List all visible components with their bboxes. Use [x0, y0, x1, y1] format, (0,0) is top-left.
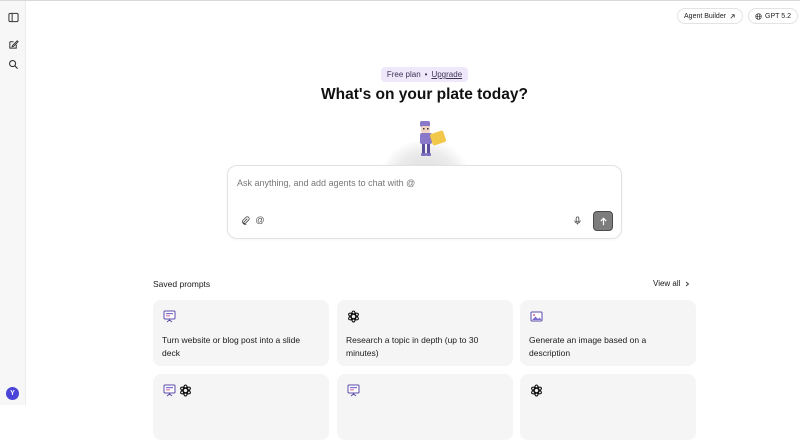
saved-prompt-card[interactable]: Generate an image based on a description [520, 300, 696, 366]
mascot-illustration [420, 121, 446, 156]
window-top-border [0, 0, 800, 1]
card-icons [346, 309, 361, 324]
mention-button[interactable]: @ [254, 214, 266, 226]
header-actions: Agent Builder GPT 5.2 [677, 8, 798, 24]
microphone-icon [573, 215, 581, 225]
chat-input[interactable] [237, 175, 607, 191]
plan-text: Free plan [386, 70, 421, 79]
globe-icon [755, 12, 762, 20]
at-icon: @ [255, 215, 265, 225]
saved-prompt-card[interactable] [337, 374, 513, 440]
agent-builder-label: Agent Builder [684, 12, 727, 20]
saved-prompts-heading: Saved prompts [153, 279, 211, 289]
arrow-up-icon [599, 217, 607, 225]
presentation-icon [163, 384, 176, 397]
chevron-right-icon [686, 281, 690, 286]
plan-badge: Free plan • Upgrade [381, 67, 468, 82]
agent-builder-button[interactable]: Agent Builder [677, 8, 744, 24]
new-chat-button[interactable] [5, 36, 21, 52]
card-label: Turn website or blog post into a slide d… [162, 335, 301, 358]
attach-button[interactable] [239, 214, 251, 226]
openai-icon [348, 310, 359, 323]
card-icons [162, 383, 193, 398]
sidebar: Y [0, 1, 26, 405]
model-label: GPT 5.2 [765, 12, 791, 20]
saved-prompt-card[interactable]: Research a topic in depth (up to 30 minu… [337, 300, 513, 366]
image-icon [530, 311, 543, 322]
card-label: Generate an image based on a description [529, 335, 647, 358]
voice-button[interactable] [571, 214, 583, 226]
view-all-link[interactable]: View all [653, 279, 690, 288]
view-all-label: View all [653, 279, 681, 288]
avatar[interactable]: Y [6, 387, 19, 400]
chat-composer: @ [227, 165, 622, 239]
openai-icon [180, 384, 191, 397]
search-icon [8, 59, 18, 69]
card-icons [529, 383, 544, 398]
external-arrow-icon [730, 13, 735, 19]
model-selector-button[interactable]: GPT 5.2 [748, 8, 798, 24]
sidebar-toggle-button[interactable] [5, 9, 21, 25]
card-icons [162, 309, 177, 324]
plan-separator: • [424, 70, 428, 79]
presentation-icon [347, 384, 360, 397]
search-button[interactable] [5, 56, 21, 72]
presentation-icon [163, 310, 176, 323]
paperclip-icon [241, 215, 250, 225]
card-label: Research a topic in depth (up to 30 minu… [346, 335, 479, 358]
openai-icon [531, 384, 542, 397]
card-icons [346, 383, 361, 398]
send-button[interactable] [593, 211, 613, 231]
edit-icon [8, 39, 19, 49]
page-title: What's on your plate today? [321, 86, 528, 103]
upgrade-link[interactable]: Upgrade [431, 70, 462, 79]
saved-prompt-card[interactable] [520, 374, 696, 440]
card-icons [529, 309, 544, 324]
saved-prompt-card[interactable] [153, 374, 329, 440]
saved-prompt-card[interactable]: Turn website or blog post into a slide d… [153, 300, 329, 366]
sidebar-panel-icon [7, 12, 19, 22]
